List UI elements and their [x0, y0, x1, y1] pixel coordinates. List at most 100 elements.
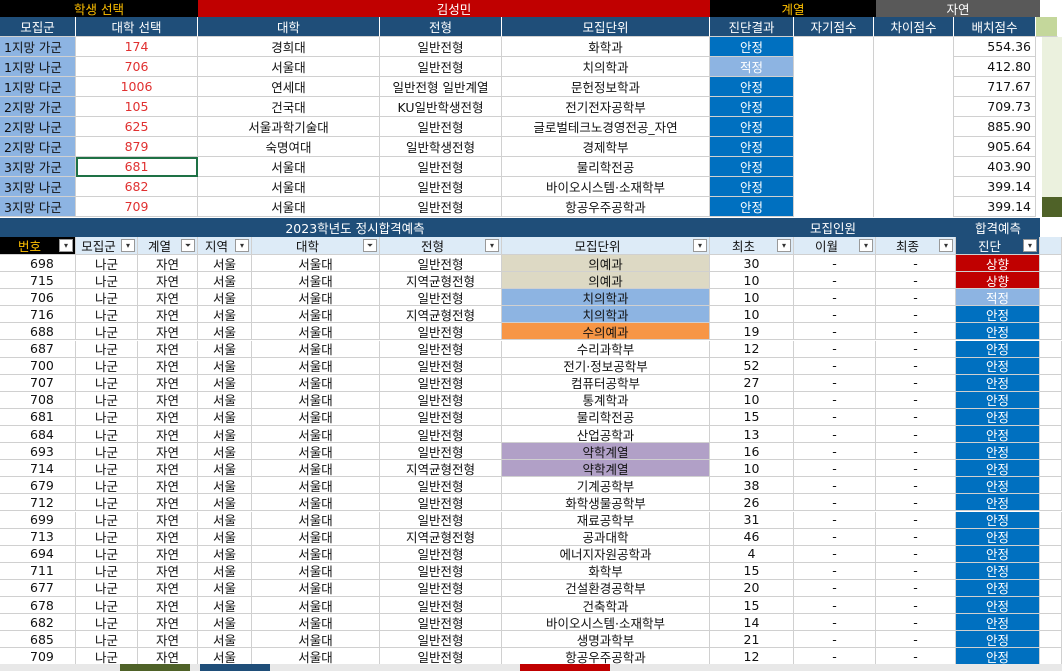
table-row[interactable]: 685 나군 자연 서울 서울대 일반전형 생명과학부 21- - 안정: [0, 631, 1062, 649]
univ-select-cell[interactable]: 681: [76, 157, 198, 177]
cell-no: 716: [0, 306, 76, 324]
table-row[interactable]: 682 나군 자연 서울 서울대 일반전형 바이오시스템·소재학부 14- - 안정: [0, 614, 1062, 632]
table-row[interactable]: 678 나군 자연 서울 서울대 일반전형 건축학과 15- - 안정: [0, 597, 1062, 615]
cell-first: 15: [710, 597, 794, 615]
table-row[interactable]: 694 나군 자연 서울 서울대 일반전형 에너지자원공학과 4- - 안정: [0, 545, 1062, 563]
table-row[interactable]: 708 나군 자연 서울 서울대 일반전형 통계학과 10- - 안정: [0, 391, 1062, 409]
cell-final: -: [876, 579, 956, 597]
table-row[interactable]: 716 나군 자연 서울 서울대 지역균형전형 치의학과 10- - 안정: [0, 306, 1062, 324]
predict-title: 합격예측: [956, 218, 1040, 237]
table-row[interactable]: 706 나군 자연 서울 서울대 일반전형 치의학과 10- - 적정: [0, 289, 1062, 307]
filter-header-type[interactable]: 전형 ▾: [380, 237, 502, 255]
cell-univ: 서울대: [252, 391, 380, 409]
table-row[interactable]: 714 나군 자연 서울 서울대 지역균형전형 약학계열 10- - 안정: [0, 460, 1062, 478]
table-row[interactable]: 698 나군 자연 서울 서울대 일반전형 의예과 30- - 상향: [0, 255, 1062, 273]
summary-row: 2지망 가군 105 건국대 KU일반학생전형 전기전자공학부 안정 709.73: [0, 97, 1062, 117]
filter-header-carry[interactable]: 이월 ▾: [794, 237, 876, 255]
table-row[interactable]: 700 나군 자연 서울 서울대 일반전형 전기·정보공학부 52- - 안정: [0, 357, 1062, 375]
dropdown-arrow-icon[interactable]: ▾: [859, 239, 873, 252]
cell-no: 708: [0, 391, 76, 409]
cell-type: 일반전형: [380, 289, 502, 307]
univ-select-cell[interactable]: 879: [76, 137, 198, 157]
table-row[interactable]: 712 나군 자연 서울 서울대 일반전형 화학생물공학부 26- - 안정: [0, 494, 1062, 512]
filter-header-track[interactable]: 계열 ⏷: [138, 237, 198, 255]
table-row[interactable]: 677 나군 자연 서울 서울대 일반전형 건설환경공학부 20- - 안정: [0, 579, 1062, 597]
filter-header-dept[interactable]: 모집단위 ▾: [502, 237, 710, 255]
sheet-tab-strip[interactable]: [0, 664, 1062, 671]
cell-dept: 건축학과: [502, 597, 710, 615]
cell-diag: 안정: [956, 391, 1040, 409]
univ-select-cell[interactable]: 625: [76, 117, 198, 137]
dropdown-arrow-icon[interactable]: ▾: [939, 239, 953, 252]
cell-first: 46: [710, 528, 794, 546]
self-score-cell: [794, 157, 874, 177]
univ-select-cell[interactable]: 706: [76, 57, 198, 77]
dropdown-arrow-icon[interactable]: ▾: [693, 239, 707, 252]
cell-first: 21: [710, 631, 794, 649]
cell-region: 서울: [198, 443, 252, 461]
cell-group: 나군: [76, 357, 138, 375]
table-row[interactable]: 687 나군 자연 서울 서울대 일반전형 수리과학부 12- - 안정: [0, 340, 1062, 358]
cell-type: 일반전형: [380, 255, 502, 273]
univ-select-cell[interactable]: 174: [76, 37, 198, 57]
cell-region: 서울: [198, 391, 252, 409]
cell-univ: 서울대: [252, 631, 380, 649]
univ-select-cell[interactable]: 682: [76, 177, 198, 197]
table-row[interactable]: 693 나군 자연 서울 서울대 일반전형 약학계열 16- - 안정: [0, 443, 1062, 461]
univ-select-cell[interactable]: 105: [76, 97, 198, 117]
table-row[interactable]: 711 나군 자연 서울 서울대 일반전형 화학부 15- - 안정: [0, 562, 1062, 580]
table-row[interactable]: 681 나군 자연 서울 서울대 일반전형 물리학전공 15- - 안정: [0, 408, 1062, 426]
filter-header-no[interactable]: 번호 ▾: [0, 237, 76, 255]
cell-dept: 통계학과: [502, 391, 710, 409]
sheet-tab[interactable]: [120, 664, 190, 671]
cell-final: -: [876, 477, 956, 495]
dropdown-arrow-icon[interactable]: ▾: [1023, 239, 1037, 252]
cell-no: 678: [0, 597, 76, 615]
cell-final: -: [876, 648, 956, 666]
dropdown-arrow-icon[interactable]: ▾: [59, 239, 73, 252]
table-row[interactable]: 709 나군 자연 서울 서울대 일반전형 항공우주공학과 12- - 안정: [0, 648, 1062, 666]
dropdown-arrow-icon[interactable]: ▾: [777, 239, 791, 252]
cell-carry: -: [794, 579, 876, 597]
table-row[interactable]: 707 나군 자연 서울 서울대 일반전형 컴퓨터공학부 27- - 안정: [0, 374, 1062, 392]
group-cell: 2지망 나군: [0, 117, 76, 137]
filter-active-icon[interactable]: ⏷: [363, 239, 377, 252]
filter-header-region[interactable]: 지역 ▾: [198, 237, 252, 255]
cell-group: 나군: [76, 562, 138, 580]
cell-group: 나군: [76, 631, 138, 649]
cell-dept: 바이오시스템·소재학부: [502, 614, 710, 632]
dropdown-arrow-icon[interactable]: ▾: [485, 239, 499, 252]
table-row[interactable]: 679 나군 자연 서울 서울대 일반전형 기계공학부 38- - 안정: [0, 477, 1062, 495]
filter-header-univ[interactable]: 대학 ⏷: [252, 237, 380, 255]
student-name[interactable]: 김성민: [198, 0, 710, 17]
track-value[interactable]: 자연: [876, 0, 1040, 17]
table-row[interactable]: 699 나군 자연 서울 서울대 일반전형 재료공학부 31- - 안정: [0, 511, 1062, 529]
cell-no: 707: [0, 374, 76, 392]
cell-no: 700: [0, 357, 76, 375]
sheet-tab[interactable]: [520, 664, 610, 671]
filter-header-first[interactable]: 최초 ▾: [710, 237, 794, 255]
dropdown-arrow-icon[interactable]: ▾: [235, 239, 249, 252]
col-univ-header: 대학: [198, 17, 380, 37]
filter-active-icon[interactable]: ⏷: [181, 239, 195, 252]
filter-header-final[interactable]: 최종 ▾: [876, 237, 956, 255]
univ-cell: 경희대: [198, 37, 380, 57]
filter-header-diag[interactable]: 진단 ▾: [956, 237, 1040, 255]
table-row[interactable]: 715 나군 자연 서울 서울대 지역균형전형 의예과 10- - 상향: [0, 272, 1062, 290]
univ-select-cell[interactable]: 1006: [76, 77, 198, 97]
recruit-title: 모집인원: [710, 218, 956, 237]
table-row[interactable]: 688 나군 자연 서울 서울대 일반전형 수의예과 19- - 안정: [0, 323, 1062, 341]
sheet-tab[interactable]: [200, 664, 270, 671]
cell-carry: -: [794, 528, 876, 546]
table-row[interactable]: 684 나군 자연 서울 서울대 일반전형 산업공학과 13- - 안정: [0, 426, 1062, 444]
cell-first: 10: [710, 272, 794, 290]
diff-score-cell: [874, 177, 954, 197]
cell-track: 자연: [138, 408, 198, 426]
dropdown-arrow-icon[interactable]: ▾: [121, 239, 135, 252]
univ-select-cell[interactable]: 709: [76, 197, 198, 217]
col-admission-type-header: 전형: [380, 17, 502, 37]
table-row[interactable]: 713 나군 자연 서울 서울대 지역균형전형 공과대학 46- - 안정: [0, 528, 1062, 546]
cell-track: 자연: [138, 545, 198, 563]
cell-region: 서울: [198, 477, 252, 495]
filter-header-group[interactable]: 모집군 ▾: [76, 237, 138, 255]
